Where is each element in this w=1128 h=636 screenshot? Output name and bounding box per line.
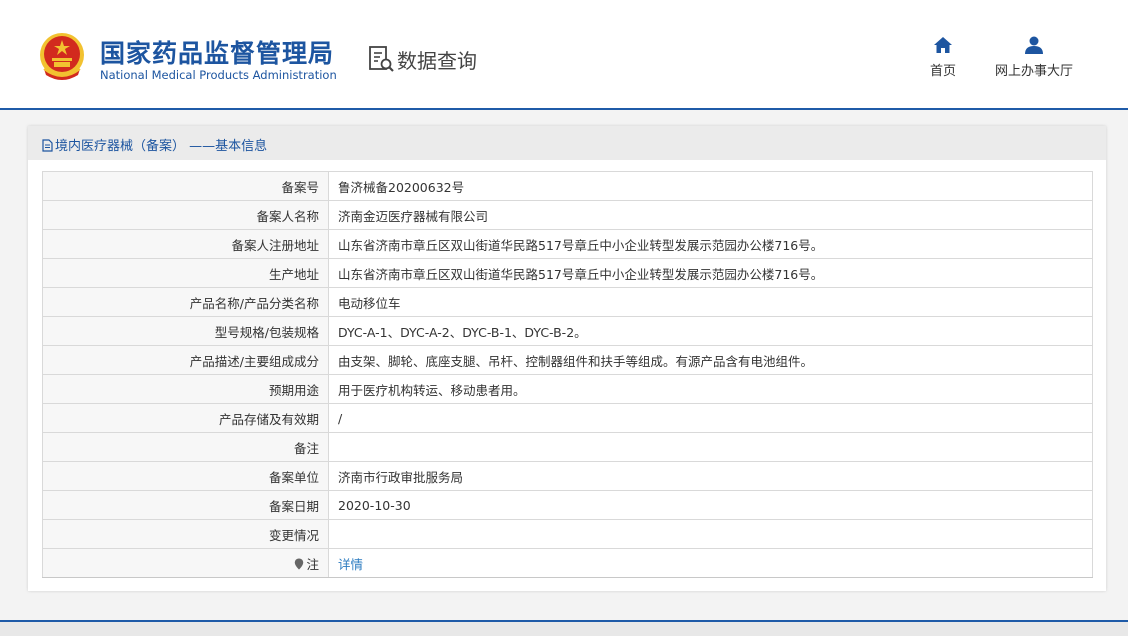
table-row: 备注 [42,432,1093,462]
field-value: 济南市行政审批服务局 [328,461,1093,491]
nav-online-service-hall-link[interactable]: 网上办事大厅 [990,36,1078,79]
field-label: 预期用途 [42,374,329,404]
field-label: 产品名称/产品分类名称 [42,287,329,317]
table-row: 备案人注册地址 山东省济南市章丘区双山街道华民路517号章丘中小企业转型发展示范园… [42,229,1093,259]
note-label-cell: 注 [42,548,329,578]
field-label: 产品描述/主要组成成分 [42,345,329,375]
field-value: 用于医疗机构转运、移动患者用。 [328,374,1093,404]
field-label: 备案人注册地址 [42,229,329,259]
document-icon [42,139,53,152]
field-value: 由支架、脚轮、底座支腿、吊杆、控制器组件和扶手等组成。有源产品含有电池组件。 [328,345,1093,375]
location-pin-icon [295,558,304,569]
field-value [328,432,1093,462]
field-label: 备案人名称 [42,200,329,230]
table-row: 产品名称/产品分类名称 电动移位车 [42,287,1093,317]
panel-header: 境内医疗器械（备案） ——基本信息 [28,126,1106,160]
site-header: 国家药品监督管理局 National Medical Products Admi… [0,0,1128,110]
note-label: 注 [306,556,319,572]
table-row: 备案人名称 济南金迈医疗器械有限公司 [42,200,1093,230]
table-row: 变更情况 [42,519,1093,549]
site-name-english: National Medical Products Administration [100,68,337,82]
nav-home-link[interactable]: 首页 [922,36,964,79]
table-row-note: 注 详情 [42,548,1093,578]
field-label: 备案号 [42,171,329,201]
site-name: 国家药品监督管理局 [100,39,335,68]
field-label: 备注 [42,432,329,462]
detail-link[interactable]: 详情 [338,557,363,572]
basic-info-panel: 境内医疗器械（备案） ——基本信息 备案号 鲁济械备20200632号 备案人名称济… [28,126,1106,591]
table-row: 备案号 鲁济械备20200632号 [42,171,1093,201]
field-value: DYC-A-1、DYC-A-2、DYC-B-1、DYC-B-2。 [328,316,1093,346]
note-value-cell: 详情 [328,548,1093,578]
info-table: 备案号 鲁济械备20200632号 备案人名称 济南金迈医疗器械有限公司 备案人注册地址… [42,171,1093,578]
field-label: 产品存储及有效期 [42,403,329,433]
field-value: 2020-10-30 [328,490,1093,520]
panel-title: 境内医疗器械（备案） ——基本信息 [42,135,267,154]
field-label: 变更情况 [42,519,329,549]
field-value: 鲁济械备20200632号 [328,171,1093,201]
user-icon [1025,36,1043,54]
home-icon [934,37,952,53]
data-query-title: 数据查询 [397,49,477,73]
field-value: 济南金迈医疗器械有限公司 [328,200,1093,230]
table-row: 预期用途 用于医疗机构转运、移动患者用。 [42,374,1093,404]
nav-online-service-hall-label: 网上办事大厅 [994,64,1073,79]
national-emblem-icon [40,33,84,80]
table-row: 产品存储及有效期 / [42,403,1093,433]
table-row: 备案单位 济南市行政审批服务局 [42,461,1093,491]
table-row: 生产地址 山东省济南市章丘区双山街道华民路517号章丘中小企业转型发展示范园办公楼… [42,258,1093,288]
field-value: / [328,403,1093,433]
table-row: 型号规格/包装规格 DYC-A-1、DYC-A-2、DYC-B-1、DYC-B-2… [42,316,1093,346]
field-value [328,519,1093,549]
field-label: 型号规格/包装规格 [42,316,329,346]
nav-home-label: 首页 [929,64,956,79]
field-label: 备案日期 [42,490,329,520]
table-row: 产品描述/主要组成成分 由支架、脚轮、底座支腿、吊杆、控制器组件和扶手等组成。有源… [42,345,1093,375]
table-row: 备案日期 2020-10-30 [42,490,1093,520]
field-value: 山东省济南市章丘区双山街道华民路517号章丘中小企业转型发展示范园办公楼716号… [328,229,1093,259]
field-label: 生产地址 [42,258,329,288]
field-label: 备案单位 [42,461,329,491]
document-search-icon [369,46,394,72]
field-value: 电动移位车 [328,287,1093,317]
field-value: 山东省济南市章丘区双山街道华民路517号章丘中小企业转型发展示范园办公楼716号… [328,258,1093,288]
panel-title-text: 境内医疗器械（备案） ——基本信息 [55,139,268,154]
